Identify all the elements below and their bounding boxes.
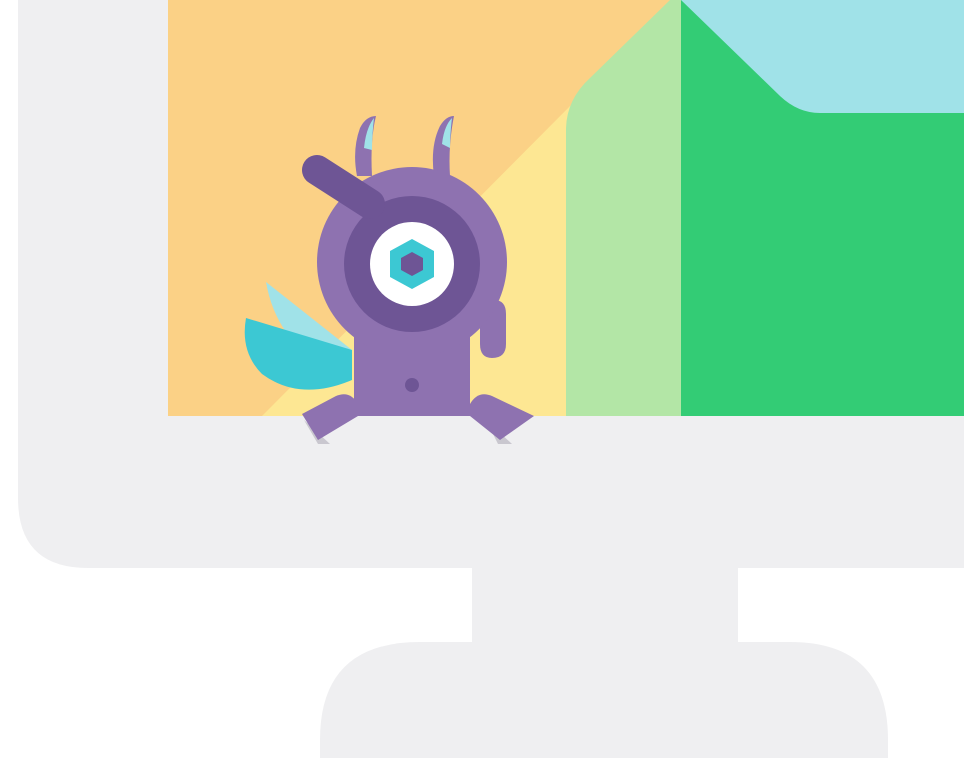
monitor-illustration [0, 0, 964, 758]
monitor-stand-base [320, 642, 888, 758]
robot-belly-button [405, 378, 419, 392]
